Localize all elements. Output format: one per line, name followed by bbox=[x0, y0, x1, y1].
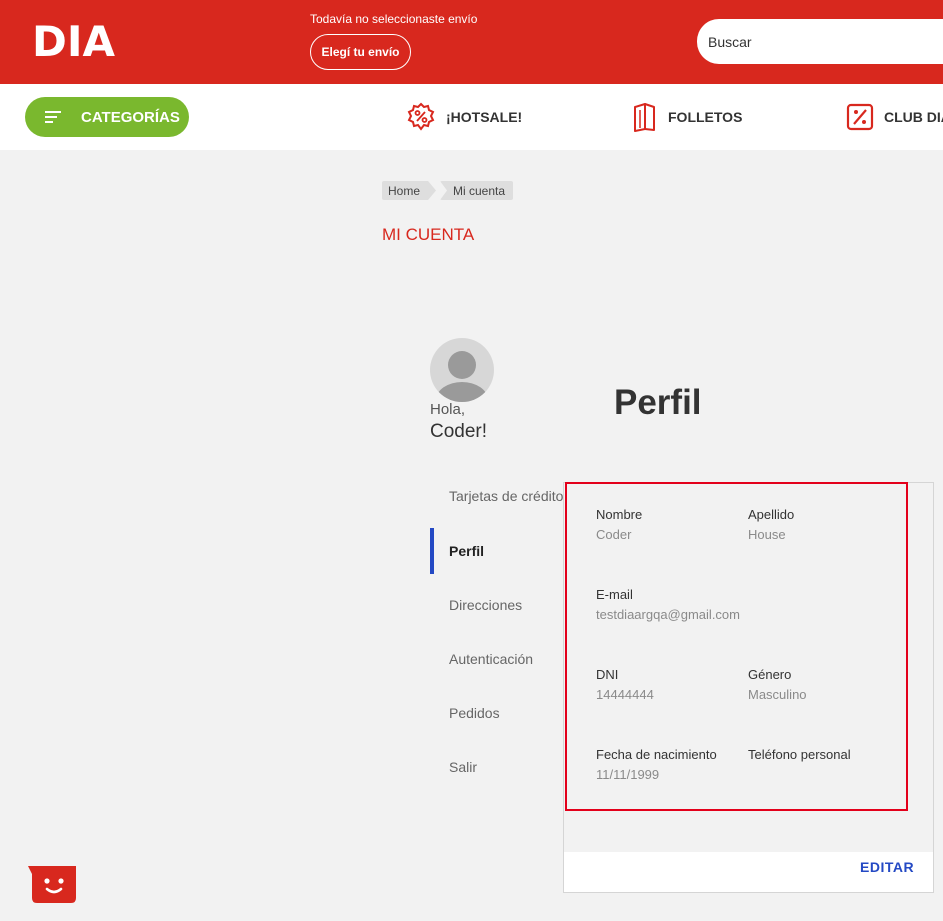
email-label: E-mail bbox=[596, 587, 633, 602]
nacimiento-value: 11/11/1999 bbox=[596, 767, 660, 782]
breadcrumb-home[interactable]: Home bbox=[382, 181, 436, 200]
avatar-icon bbox=[430, 338, 494, 402]
genero-value: Masculino bbox=[748, 687, 807, 702]
dni-value: 14444444 bbox=[596, 687, 654, 702]
svg-text:DIA: DIA bbox=[32, 20, 115, 60]
dia-logo[interactable]: DIA bbox=[32, 17, 116, 66]
active-indicator bbox=[430, 528, 434, 574]
nav-folletos-label: FOLLETOS bbox=[668, 109, 743, 125]
dni-label: DNI bbox=[596, 667, 619, 682]
sidebar-item-tarjetas[interactable]: Tarjetas de crédito bbox=[449, 488, 563, 504]
sidebar-item-direcciones[interactable]: Direcciones bbox=[449, 597, 522, 613]
apellido-label: Apellido bbox=[748, 507, 795, 522]
sidebar-item-perfil[interactable]: Perfil bbox=[449, 543, 484, 559]
page-title: MI CUENTA bbox=[382, 225, 475, 244]
email-value: testdiaargqa@gmail.com bbox=[596, 607, 740, 622]
nav-club-dia[interactable]: CLUB DIA bbox=[846, 100, 943, 134]
main-nav: CATEGORÍAS ¡HOTSALE! FOLLETOS CLUB DIA bbox=[0, 84, 943, 150]
choose-shipping-button[interactable]: Elegí tu envío bbox=[310, 34, 411, 70]
categories-label: CATEGORÍAS bbox=[81, 108, 180, 126]
sidebar-item-pedidos[interactable]: Pedidos bbox=[449, 705, 500, 721]
shipping-status: Todavía no seleccionaste envío bbox=[310, 12, 478, 26]
user-name: Coder! bbox=[430, 421, 488, 442]
sidebar-item-autenticacion[interactable]: Autenticación bbox=[449, 651, 533, 667]
nav-hotsale[interactable]: ¡HOTSALE! bbox=[406, 100, 522, 134]
breadcrumb: Home Mi cuenta bbox=[382, 181, 514, 200]
percent-icon bbox=[407, 102, 435, 131]
nombre-value: Coder bbox=[596, 527, 632, 542]
chat-icon[interactable] bbox=[26, 864, 78, 904]
apellido-value: House bbox=[748, 527, 786, 542]
categories-button[interactable]: CATEGORÍAS bbox=[25, 97, 189, 137]
nav-club-label: CLUB DIA bbox=[884, 109, 943, 125]
edit-profile-button[interactable]: EDITAR bbox=[860, 859, 914, 875]
genero-label: Género bbox=[748, 667, 792, 682]
breadcrumb-mi-cuenta[interactable]: Mi cuenta bbox=[440, 181, 514, 200]
nombre-label: Nombre bbox=[596, 507, 643, 522]
sidebar-item-salir[interactable]: Salir bbox=[449, 759, 477, 775]
top-header: DIA Todavía no seleccionaste envío Elegí… bbox=[0, 0, 943, 84]
nav-hotsale-label: ¡HOTSALE! bbox=[446, 109, 523, 125]
search-input[interactable] bbox=[697, 19, 943, 64]
nav-folletos[interactable]: FOLLETOS bbox=[632, 100, 742, 134]
greeting: Hola, bbox=[430, 401, 466, 418]
profile-title: Perfil bbox=[614, 383, 702, 422]
folleto-icon bbox=[634, 103, 655, 132]
menu-icon bbox=[45, 111, 61, 123]
club-icon bbox=[846, 103, 874, 131]
nacimiento-label: Fecha de nacimiento bbox=[596, 747, 717, 762]
telefono-label: Teléfono personal bbox=[748, 747, 851, 762]
